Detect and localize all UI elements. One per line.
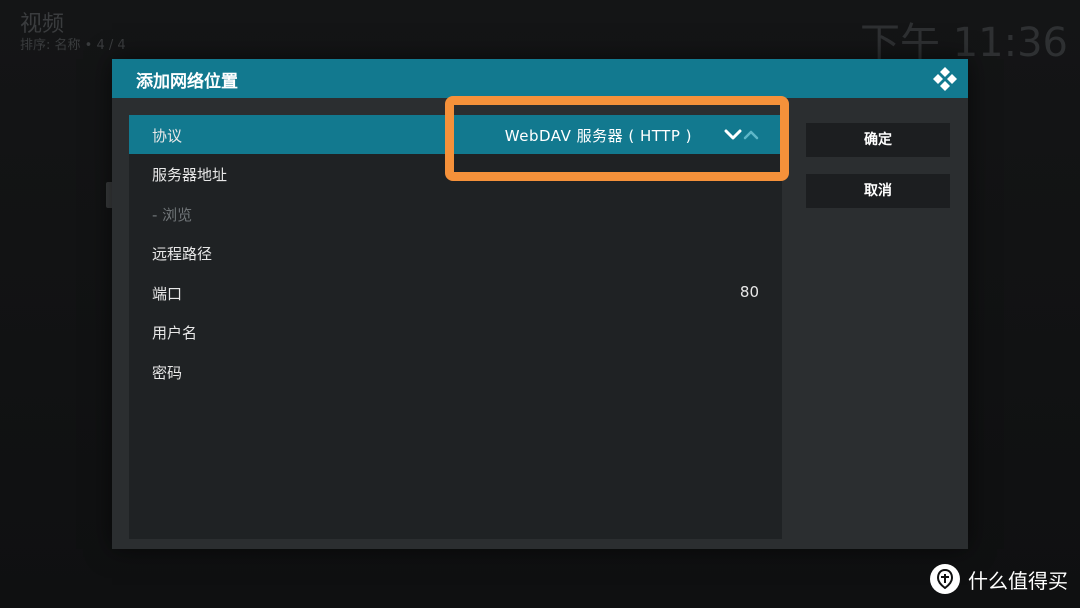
screen: 视频 排序: 名称 • 4 / 4 下午 11:36 添加网络位置 协议 Web… bbox=[0, 0, 1080, 608]
setting-label: - 浏览 bbox=[152, 206, 193, 224]
setting-label: 协议 bbox=[152, 127, 183, 145]
cancel-button[interactable]: 取消 bbox=[806, 174, 950, 208]
setting-label: 远程路径 bbox=[152, 245, 213, 263]
ok-button[interactable]: 确定 bbox=[806, 123, 950, 157]
background-sort-info: 排序: 名称 • 4 / 4 bbox=[20, 38, 126, 53]
setting-label: 端口 bbox=[152, 285, 183, 303]
setting-label: 密码 bbox=[152, 364, 183, 382]
setting-row-remote-path[interactable]: 远程路径 bbox=[129, 233, 782, 272]
setting-row-browse: - 浏览 bbox=[129, 194, 782, 233]
smzdm-logo-icon bbox=[930, 564, 960, 594]
port-value: 80 bbox=[739, 283, 759, 301]
kodi-logo-icon bbox=[933, 67, 957, 91]
setting-row-port[interactable]: 端口 80 bbox=[129, 273, 782, 312]
watermark: 什么值得买 bbox=[930, 562, 1068, 596]
dialog-header: 添加网络位置 bbox=[112, 59, 968, 98]
setting-row-password[interactable]: 密码 bbox=[129, 352, 782, 391]
watermark-text: 什么值得买 bbox=[968, 568, 1068, 593]
setting-label: 用户名 bbox=[152, 324, 198, 342]
highlight-annotation-box bbox=[445, 96, 789, 181]
setting-label: 服务器地址 bbox=[152, 166, 228, 184]
setting-row-username[interactable]: 用户名 bbox=[129, 312, 782, 351]
dialog-title: 添加网络位置 bbox=[136, 72, 238, 92]
